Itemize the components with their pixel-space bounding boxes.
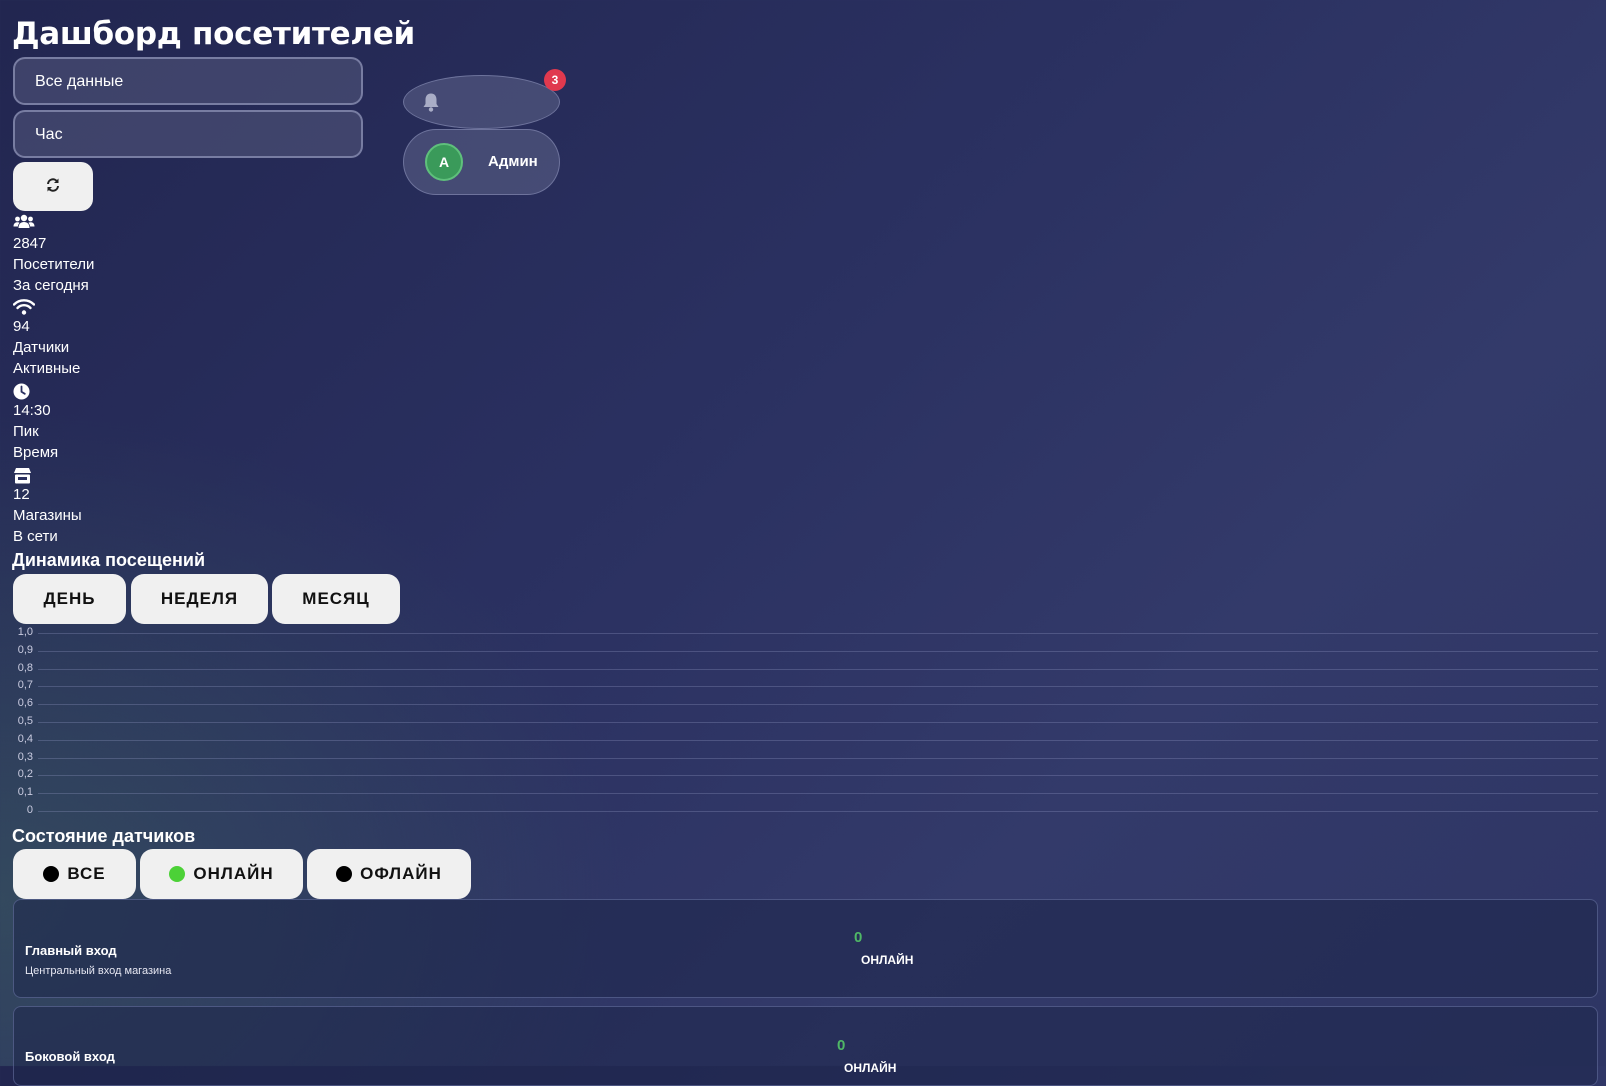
sensor-count: 0 [837,1037,846,1054]
chart-gridline [38,739,1598,741]
chart-gridline [38,722,1598,723]
chart-gridline [38,793,1598,795]
notification-badge: 3 [544,69,566,91]
sensor-status: ОНЛАЙН [861,953,914,967]
avatar: A [425,143,463,181]
data-select[interactable]: Все данные [13,57,363,105]
y-tick-label: 0,1 [17,786,33,799]
chart-gridline [38,811,1598,812]
stat-value-visitors: 2847 [13,235,47,252]
stat-value-sensors: 94 [13,318,30,335]
user-name: Админ [488,153,538,170]
filter-offline-label: ОФЛАЙН [360,864,442,883]
period-month-button[interactable]: МЕСЯЦ [272,574,400,624]
y-tick-label: 0,8 [17,661,33,674]
filter-online-button[interactable]: ОНЛАЙН [140,849,303,899]
y-tick-label: 0,9 [17,643,33,656]
stat-sublabel-visitors: За сегодня [13,277,89,294]
period-week-button[interactable]: НЕДЕЛЯ [131,574,268,624]
y-tick-label: 0,4 [17,732,33,745]
chart-gridline [38,668,1598,670]
status-dot-icon [43,866,60,882]
sensor-name: Главный вход [25,943,117,958]
y-tick-label: 0,3 [17,750,33,763]
sensor-name: Боковой вход [25,1049,115,1064]
chart-gridline [38,757,1598,759]
user-menu[interactable]: A Админ [403,129,560,195]
stat-value-peak: 14:30 [13,402,51,419]
users-icon [13,214,35,234]
chart-gridline [38,686,1598,688]
stat-sublabel-stores: В сети [13,528,58,545]
stat-label-sensors: Датчики [13,339,70,356]
stat-label-peak: Пик [13,423,39,440]
y-tick-label: 0,6 [17,697,33,710]
notifications-button[interactable] [403,75,560,129]
sensor-card[interactable]: Главный вход Центральный вход магазина 0… [13,899,1598,998]
wifi-icon [12,299,36,319]
filter-all-button[interactable]: ВСЕ [13,849,136,899]
chart-gridline [38,704,1598,706]
period-day-button[interactable]: ДЕНЬ [13,574,126,624]
filter-all-label: ВСЕ [67,864,106,883]
period-select[interactable]: Час [13,110,363,158]
y-tick-label: 0,5 [17,715,33,727]
status-dot-icon [336,866,353,882]
chart-gridline [38,650,1598,652]
filter-online-label: ОНЛАЙН [193,864,274,883]
visits-title: Динамика посещений [12,550,206,570]
sensors-title: Состояние датчиков [12,826,196,846]
sensor-status: ОНЛАЙН [844,1061,897,1075]
y-tick-label: 0,7 [17,679,33,692]
stat-value-stores: 12 [13,486,30,503]
chart-gridline [38,633,1598,634]
stat-label-visitors: Посетители [13,256,95,273]
sensor-count: 0 [854,929,863,946]
sensor-description: Центральный вход магазина [25,965,172,977]
status-dot-icon [169,866,186,882]
y-tick-label: 0 [26,804,33,816]
refresh-button[interactable] [13,162,93,211]
chart-gridline [38,775,1598,777]
stat-sublabel-sensors: Активные [13,360,81,377]
bell-icon [420,91,442,117]
filter-offline-button[interactable]: ОФЛАЙН [307,849,471,899]
stat-sublabel-peak: Время [13,444,59,461]
sensor-card[interactable]: Боковой вход 0 ОНЛАЙН [13,1006,1598,1086]
y-tick-label: 0,2 [17,768,33,781]
y-tick-label: 1,0 [17,626,33,638]
page-title: Дашборд посетителей [12,16,415,52]
refresh-icon [45,177,61,197]
stat-label-stores: Магазины [13,507,82,524]
